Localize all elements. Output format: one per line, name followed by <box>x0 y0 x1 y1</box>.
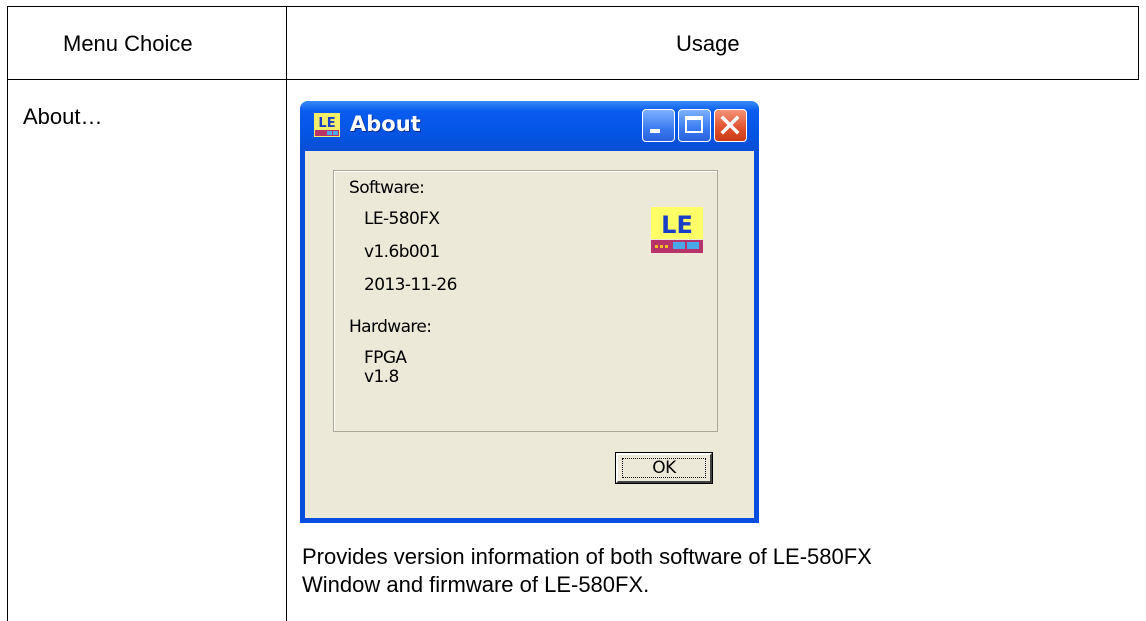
app-icon-text: LE <box>318 116 335 131</box>
menu-choice-about: About… <box>23 104 103 129</box>
software-date: 2013-11-26 <box>364 275 457 295</box>
hardware-label: Hardware: <box>349 317 432 337</box>
le-logo-icon: LE <box>651 207 703 253</box>
hardware-version: v1.8 <box>364 367 399 387</box>
dialog-titlebar[interactable]: LE About <box>300 101 759 151</box>
logo-text: LE <box>661 211 693 239</box>
app-icon: LE <box>314 113 340 137</box>
hardware-name: FPGA <box>364 348 407 368</box>
table-border-top <box>7 6 1139 7</box>
about-dialog: LE About Software: LE-580FX v1.6b001 201… <box>300 101 759 523</box>
header-menu-choice: Menu Choice <box>63 31 193 56</box>
table-border-header <box>7 79 1139 80</box>
dialog-title: About <box>350 112 421 136</box>
software-label: Software: <box>349 178 425 198</box>
dialog-client: Software: LE-580FX v1.6b001 2013-11-26 H… <box>305 151 754 518</box>
maximize-button[interactable] <box>678 109 711 142</box>
minimize-icon <box>650 129 660 133</box>
usage-description-line2: Window and firmware of LE-580FX. <box>302 572 650 597</box>
software-version: v1.6b001 <box>364 242 440 262</box>
usage-description-line1: Provides version information of both sof… <box>302 544 872 569</box>
table-border-left <box>7 6 8 621</box>
info-group-box: Software: LE-580FX v1.6b001 2013-11-26 H… <box>333 170 718 432</box>
header-usage: Usage <box>676 31 740 56</box>
table-column-divider <box>286 6 287 621</box>
minimize-button[interactable] <box>642 109 675 142</box>
ok-button-label: OK <box>622 458 706 478</box>
maximize-icon <box>685 116 703 133</box>
close-button[interactable] <box>714 109 747 142</box>
close-icon <box>720 115 740 135</box>
table-border-right <box>1138 6 1139 80</box>
ok-button[interactable]: OK <box>616 453 712 483</box>
software-name: LE-580FX <box>364 209 440 229</box>
